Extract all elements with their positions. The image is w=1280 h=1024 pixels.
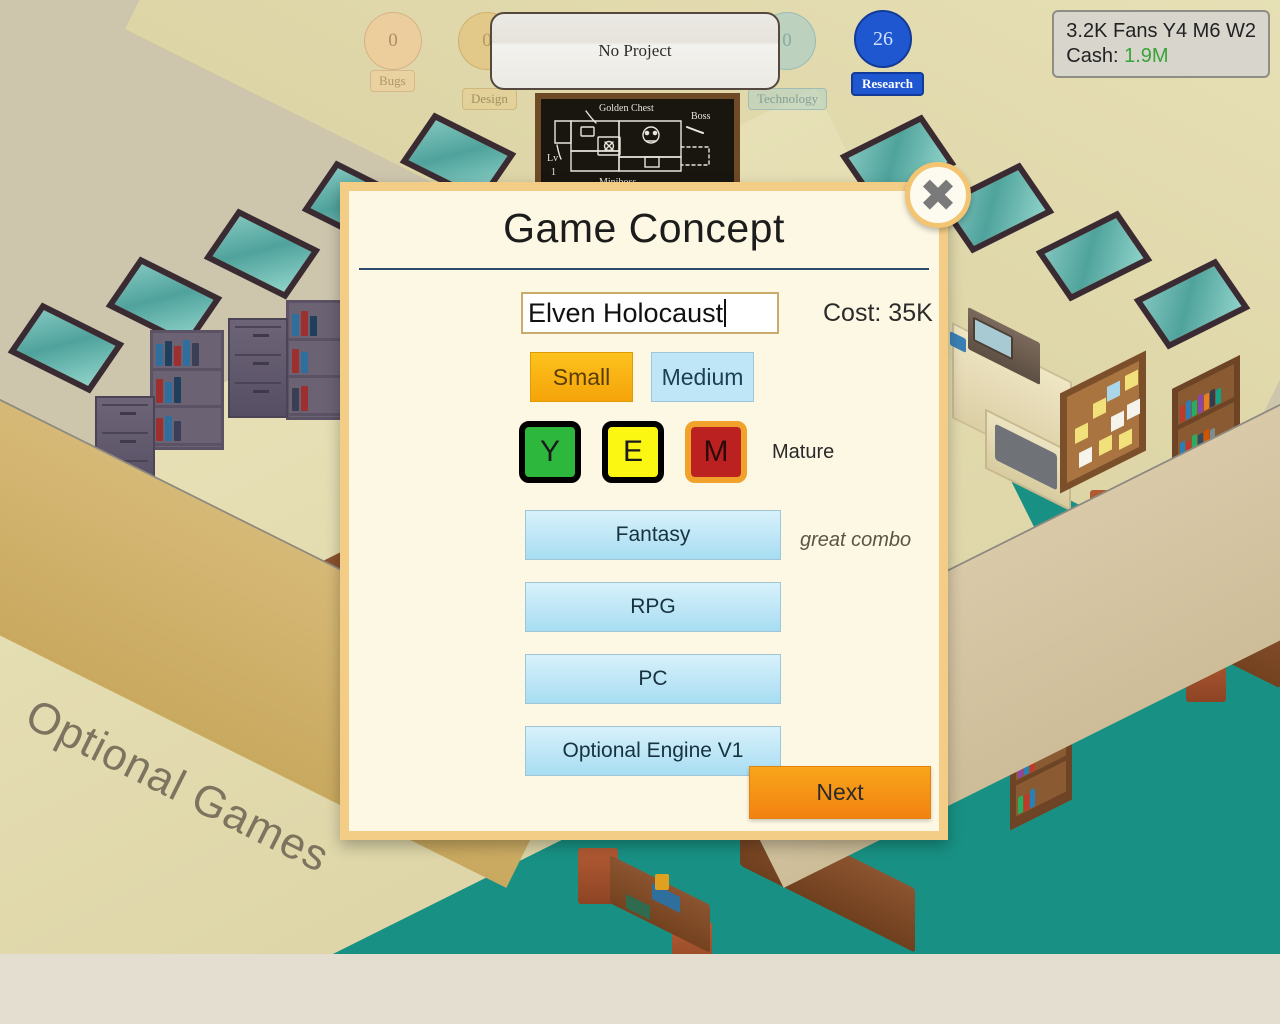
stats-fans-date: 3.2K Fans Y4 M6 W2 xyxy=(1066,20,1256,42)
rating-caption: Mature xyxy=(772,440,835,463)
game-name-value: Elven Holocaust xyxy=(528,297,724,328)
close-button[interactable]: ✖ xyxy=(905,162,971,228)
game-name-input[interactable]: Elven Holocaust xyxy=(521,292,779,334)
wall-picture xyxy=(203,208,321,300)
wall-picture xyxy=(7,302,125,394)
rating-option-y[interactable]: Y xyxy=(519,421,581,483)
svg-text:Boss: Boss xyxy=(691,111,711,122)
rating-option-m[interactable]: M xyxy=(685,421,747,483)
cost-label: Cost: 35K xyxy=(823,298,933,327)
coffee-mug xyxy=(655,874,669,890)
scene-bottom xyxy=(0,954,1280,1024)
svg-text:Lv: Lv xyxy=(547,153,558,164)
stats-cash-row: Cash: 1.9M xyxy=(1066,44,1256,69)
hud-research-label[interactable]: Research xyxy=(851,72,925,96)
choice-topic[interactable]: Fantasy xyxy=(525,510,781,560)
hud-technology-label: Technology xyxy=(748,88,828,110)
stats-panel: 3.2K Fans Y4 M6 W2 Cash: 1.9M xyxy=(1052,10,1270,78)
close-icon: ✖ xyxy=(919,168,957,222)
stats-cash-label: Cash: xyxy=(1066,45,1119,67)
game-screen: 6 Optional Games xyxy=(0,0,1280,1024)
game-name-row: Elven Holocaust Cost: 35K xyxy=(521,292,939,334)
svg-text:1: 1 xyxy=(551,167,556,178)
hud-bugs-count[interactable]: 0 xyxy=(364,12,422,70)
hud-design-label: Design xyxy=(462,88,517,110)
choice-platform[interactable]: PC xyxy=(525,654,781,704)
next-button[interactable]: Next xyxy=(749,766,931,819)
text-caret xyxy=(724,299,727,327)
page-title: Game Concept xyxy=(503,205,785,251)
choice-engine[interactable]: Optional Engine V1 xyxy=(525,726,781,776)
hud-research-count[interactable]: 26 xyxy=(854,10,912,68)
size-option-medium[interactable]: Medium xyxy=(651,352,754,402)
hud-bugs-label: Bugs xyxy=(370,70,415,92)
svg-text:Golden Chest: Golden Chest xyxy=(599,103,654,114)
size-option-small[interactable]: Small xyxy=(530,352,633,402)
project-status-bar[interactable]: No Project xyxy=(490,12,780,90)
chalkboard-sketch: Golden Chest Boss Lv 1 Miniboss xyxy=(547,103,711,188)
file-cabinet xyxy=(228,318,288,418)
chalkboard: Golden Chest Boss Lv 1 Miniboss xyxy=(535,93,740,193)
rating-selector: Y E M Mature xyxy=(519,421,939,483)
size-selector: Small Medium xyxy=(530,352,939,402)
combo-hint: great combo xyxy=(800,529,912,551)
title-divider xyxy=(359,268,929,270)
game-concept-dialog: Game Concept Elven Holocaust Cost: 35K S… xyxy=(340,182,948,840)
rating-option-e[interactable]: E xyxy=(602,421,664,483)
project-status-text: No Project xyxy=(598,41,672,60)
stats-cash-value: 1.9M xyxy=(1124,45,1169,67)
bookshelf xyxy=(150,330,224,450)
choice-genre[interactable]: RPG xyxy=(525,582,781,632)
